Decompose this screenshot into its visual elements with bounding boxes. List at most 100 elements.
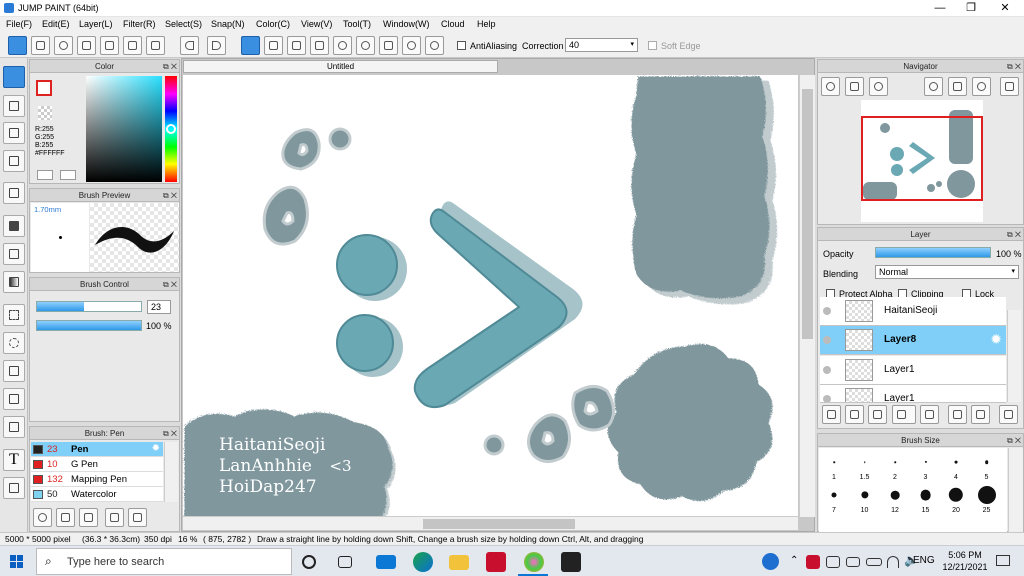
close-button[interactable]: ✕ bbox=[990, 0, 1020, 17]
correction-dropdown[interactable]: 40 ▾ bbox=[565, 38, 638, 52]
maximize-button[interactable]: ❐ bbox=[956, 0, 986, 17]
layer-list-scrollbar[interactable] bbox=[1007, 310, 1021, 402]
brush-copy-icon[interactable] bbox=[105, 508, 124, 527]
menu-edit[interactable]: Edit(E) bbox=[42, 19, 70, 29]
layer-row-selected[interactable]: Layer8 ✹ bbox=[820, 326, 1006, 355]
mail-icon[interactable] bbox=[376, 555, 396, 569]
minimize-button[interactable]: — bbox=[925, 0, 955, 17]
brush-size-option[interactable]: 5 bbox=[972, 452, 1002, 482]
cortana-icon[interactable] bbox=[302, 555, 316, 569]
text-tool-icon[interactable]: T bbox=[3, 449, 25, 471]
snap-settings-icon[interactable] bbox=[425, 36, 444, 55]
brush-size-option[interactable]: 12 bbox=[880, 485, 910, 515]
gradient-tool-icon[interactable] bbox=[3, 271, 25, 293]
store-app-icon[interactable] bbox=[486, 552, 506, 572]
tiktok-icon[interactable] bbox=[561, 552, 581, 572]
select-pen-tool-icon[interactable] bbox=[3, 388, 25, 410]
magic-wand-tool-icon[interactable] bbox=[3, 360, 25, 382]
taskbar-search-box[interactable]: ⌕ Type here to search bbox=[36, 548, 292, 575]
move-tool-icon[interactable] bbox=[3, 182, 25, 204]
lasso-tool-icon[interactable] bbox=[3, 332, 25, 354]
panel-controls-icon[interactable]: ⧉ ✕ bbox=[163, 279, 177, 290]
menu-view[interactable]: View(V) bbox=[301, 19, 332, 29]
brush-item-watercolor[interactable]: 50 Watercolor bbox=[31, 487, 163, 502]
layer-row[interactable]: Layer1 bbox=[820, 385, 1006, 403]
menu-snap[interactable]: Snap(N) bbox=[211, 19, 245, 29]
visibility-icon[interactable] bbox=[823, 336, 831, 344]
copy-layer-icon[interactable] bbox=[868, 405, 887, 424]
paint-app-icon[interactable] bbox=[524, 552, 544, 572]
softedge-checkbox[interactable] bbox=[648, 41, 657, 50]
rotate-left-icon[interactable] bbox=[924, 77, 943, 96]
task-view-icon[interactable] bbox=[338, 556, 352, 568]
page-icon[interactable] bbox=[123, 36, 142, 55]
navigator-thumbnail[interactable] bbox=[861, 100, 983, 222]
share-icon[interactable] bbox=[31, 36, 50, 55]
foreground-color-swatch[interactable] bbox=[36, 80, 52, 96]
brush-size-option[interactable]: 1.5 bbox=[850, 452, 880, 482]
visibility-icon[interactable] bbox=[823, 395, 831, 402]
hue-slider[interactable] bbox=[165, 76, 177, 182]
cloud-sync-icon[interactable] bbox=[8, 36, 27, 55]
brush-folder-icon[interactable] bbox=[128, 508, 147, 527]
brush-menu-icon[interactable] bbox=[79, 508, 98, 527]
canvas-horizontal-scrollbar[interactable] bbox=[183, 516, 798, 530]
blending-dropdown[interactable]: Normal ▾ bbox=[875, 265, 1019, 279]
canvas-vertical-scrollbar[interactable] bbox=[799, 75, 815, 517]
rotate-right-icon[interactable] bbox=[972, 77, 991, 96]
eyedropper-tool-icon[interactable] bbox=[3, 477, 25, 499]
layer-row[interactable]: HaitaniSeoji bbox=[820, 297, 1006, 326]
cloud-brush-icon[interactable] bbox=[33, 508, 52, 527]
navigator-view-rect[interactable] bbox=[861, 116, 983, 201]
grid-icon[interactable] bbox=[146, 36, 165, 55]
chevron-up-icon[interactable]: ⌃ bbox=[790, 555, 798, 566]
snap-ellipse-icon[interactable] bbox=[402, 36, 421, 55]
visibility-icon[interactable] bbox=[823, 307, 831, 315]
panel-controls-icon[interactable]: ⧉ ✕ bbox=[1007, 229, 1021, 240]
redo-icon[interactable] bbox=[207, 36, 226, 55]
windows-start-icon[interactable] bbox=[10, 555, 24, 569]
zoom-out-icon[interactable] bbox=[869, 77, 888, 96]
brush-size-scrollbar[interactable] bbox=[1008, 448, 1023, 532]
menu-layer[interactable]: Layer(L) bbox=[79, 19, 113, 29]
panel-controls-icon[interactable]: ⧉ ✕ bbox=[163, 428, 177, 439]
notifications-icon[interactable] bbox=[996, 555, 1010, 566]
panel-controls-icon[interactable]: ⧉ ✕ bbox=[163, 61, 177, 72]
menu-tool[interactable]: Tool(T) bbox=[343, 19, 371, 29]
menu-window[interactable]: Window(W) bbox=[383, 19, 430, 29]
new-brush-icon[interactable] bbox=[56, 508, 75, 527]
rectangle-tool-icon[interactable] bbox=[3, 122, 25, 144]
layer-row[interactable]: Layer1 bbox=[820, 356, 1006, 385]
brush-opacity-slider[interactable] bbox=[36, 320, 142, 331]
merge-icon[interactable] bbox=[971, 405, 990, 424]
snap-grid-icon[interactable] bbox=[287, 36, 306, 55]
select-eraser-tool-icon[interactable] bbox=[3, 416, 25, 438]
trash-icon[interactable] bbox=[999, 405, 1018, 424]
wifi-icon[interactable] bbox=[887, 556, 899, 568]
brush-size-slider[interactable] bbox=[36, 301, 142, 312]
brush-size-option[interactable]: 20 bbox=[941, 485, 971, 515]
fill-rect-tool-icon[interactable] bbox=[3, 215, 25, 237]
line-tool-icon[interactable] bbox=[3, 150, 25, 172]
brush-size-option[interactable]: 25 bbox=[972, 485, 1002, 515]
color-mode-button[interactable] bbox=[37, 170, 53, 180]
brush-item-mapping-pen[interactable]: 132 Mapping Pen bbox=[31, 472, 163, 487]
tab-untitled[interactable]: Untitled bbox=[183, 60, 498, 73]
brush-size-option[interactable]: 10 bbox=[850, 485, 880, 515]
menu-cloud[interactable]: Cloud bbox=[441, 19, 465, 29]
edge-icon[interactable] bbox=[413, 552, 433, 572]
layer-opacity-slider[interactable] bbox=[875, 247, 991, 258]
message-icon[interactable] bbox=[77, 36, 96, 55]
panel-controls-icon[interactable]: ⧉ ✕ bbox=[1007, 61, 1021, 72]
bucket-tool-icon[interactable] bbox=[3, 243, 25, 265]
menu-file[interactable]: File(F) bbox=[6, 19, 32, 29]
document-icon[interactable] bbox=[100, 36, 119, 55]
comment-icon[interactable] bbox=[54, 36, 73, 55]
language-indicator[interactable]: ENG bbox=[913, 555, 935, 566]
snap-perspective-icon[interactable] bbox=[310, 36, 329, 55]
select-rect-tool-icon[interactable] bbox=[3, 304, 25, 326]
undo-icon[interactable] bbox=[180, 36, 199, 55]
color-picker-square[interactable] bbox=[86, 76, 162, 182]
menu-color[interactable]: Color(C) bbox=[256, 19, 290, 29]
horizontal-scroll-thumb[interactable] bbox=[423, 519, 575, 529]
